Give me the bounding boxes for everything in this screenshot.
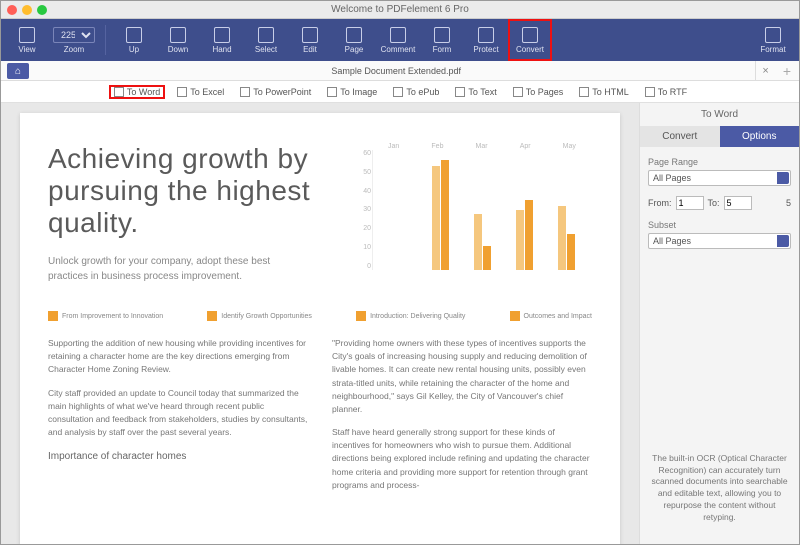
ocr-note: The built-in OCR (Optical Character Reco…: [640, 441, 799, 544]
format-icon: [765, 27, 781, 43]
text-icon: [455, 87, 465, 97]
pages-icon: [513, 87, 523, 97]
form-button[interactable]: Form: [420, 19, 464, 61]
from-input[interactable]: [676, 196, 704, 210]
hand-icon: [214, 27, 230, 43]
to-epub-button[interactable]: To ePub: [389, 86, 443, 98]
down-button[interactable]: Down: [156, 19, 200, 61]
rtf-icon: [645, 87, 655, 97]
feature-row: From Improvement to Innovation Identify …: [48, 311, 592, 321]
zoom-select[interactable]: 225%: [53, 27, 95, 43]
format-button[interactable]: Format: [751, 19, 795, 61]
feature-icon: [207, 311, 217, 321]
document-page: Achieving growth by pursuing the highest…: [20, 113, 620, 544]
subset-label: Subset: [648, 220, 791, 230]
tab-convert[interactable]: Convert: [640, 126, 720, 147]
sidebar-title: To Word: [640, 103, 799, 126]
edit-button[interactable]: Edit: [288, 19, 332, 61]
to-label: To:: [708, 198, 720, 208]
to-input[interactable]: [724, 196, 752, 210]
chart-y-labels: 6050403020100: [357, 150, 371, 270]
close-tab-button[interactable]: ×: [756, 65, 774, 77]
convert-icon: [522, 27, 538, 43]
view-button[interactable]: View: [5, 19, 49, 61]
up-icon: [126, 27, 142, 43]
convert-button[interactable]: Convert: [508, 19, 552, 61]
page-subheading: Unlock growth for your company, adopt th…: [48, 254, 308, 284]
convert-subtoolbar: To Word To Excel To PowerPoint To Image …: [1, 81, 799, 103]
edit-icon: [302, 27, 318, 43]
to-pages-button[interactable]: To Pages: [509, 86, 568, 98]
subset-select[interactable]: All Pages: [648, 233, 791, 249]
to-rtf-button[interactable]: To RTF: [641, 86, 691, 98]
chevron-down-icon: [777, 172, 789, 184]
app-title: Welcome to PDFelement 6 Pro: [1, 4, 799, 15]
hand-button[interactable]: Hand: [200, 19, 244, 61]
powerpoint-icon: [240, 87, 250, 97]
zoom-button[interactable]: 225% Zoom: [49, 19, 99, 61]
tab-options[interactable]: Options: [720, 126, 800, 147]
select-icon: [258, 27, 274, 43]
up-button[interactable]: Up: [112, 19, 156, 61]
select-button[interactable]: Select: [244, 19, 288, 61]
epub-icon: [393, 87, 403, 97]
page-heading: Achieving growth by pursuing the highest…: [48, 143, 348, 240]
main-toolbar: View 225% Zoom Up Down Hand Select Edit …: [1, 19, 799, 61]
word-icon: [114, 87, 124, 97]
document-tab[interactable]: Sample Document Extended.pdf: [37, 61, 756, 80]
page-button[interactable]: Page: [332, 19, 376, 61]
image-icon: [327, 87, 337, 97]
chevron-down-icon: [777, 235, 789, 247]
from-label: From:: [648, 198, 672, 208]
convert-sidebar: To Word Convert Options Page Range All P…: [639, 103, 799, 544]
chart-x-labels: JanFebMarAprMay: [372, 143, 592, 150]
to-html-button[interactable]: To HTML: [575, 86, 633, 98]
feature-icon: [48, 311, 58, 321]
to-text-button[interactable]: To Text: [451, 86, 500, 98]
page-icon: [346, 27, 362, 43]
to-powerpoint-button[interactable]: To PowerPoint: [236, 86, 315, 98]
comment-icon: [390, 27, 406, 43]
document-viewport[interactable]: Achieving growth by pursuing the highest…: [1, 103, 639, 544]
feature-icon: [356, 311, 366, 321]
view-icon: [19, 27, 35, 43]
to-word-button[interactable]: To Word: [109, 85, 165, 99]
html-icon: [579, 87, 589, 97]
home-button[interactable]: ⌂: [7, 63, 29, 79]
titlebar: Welcome to PDFelement 6 Pro: [1, 1, 799, 19]
form-icon: [434, 27, 450, 43]
to-excel-button[interactable]: To Excel: [173, 86, 228, 98]
protect-icon: [478, 27, 494, 43]
to-image-button[interactable]: To Image: [323, 86, 381, 98]
protect-button[interactable]: Protect: [464, 19, 508, 61]
feature-icon: [510, 311, 520, 321]
new-tab-button[interactable]: +: [775, 63, 799, 79]
excel-icon: [177, 87, 187, 97]
bar-chart: JanFebMarAprMay 6050403020100: [372, 143, 592, 293]
total-pages: 5: [786, 198, 791, 208]
page-range-label: Page Range: [648, 157, 791, 167]
page-range-select[interactable]: All Pages: [648, 170, 791, 186]
comment-button[interactable]: Comment: [376, 19, 420, 61]
down-icon: [170, 27, 186, 43]
tabstrip: ⌂ Sample Document Extended.pdf × +: [1, 61, 799, 81]
body-columns: Supporting the addition of new housing w…: [48, 337, 592, 502]
